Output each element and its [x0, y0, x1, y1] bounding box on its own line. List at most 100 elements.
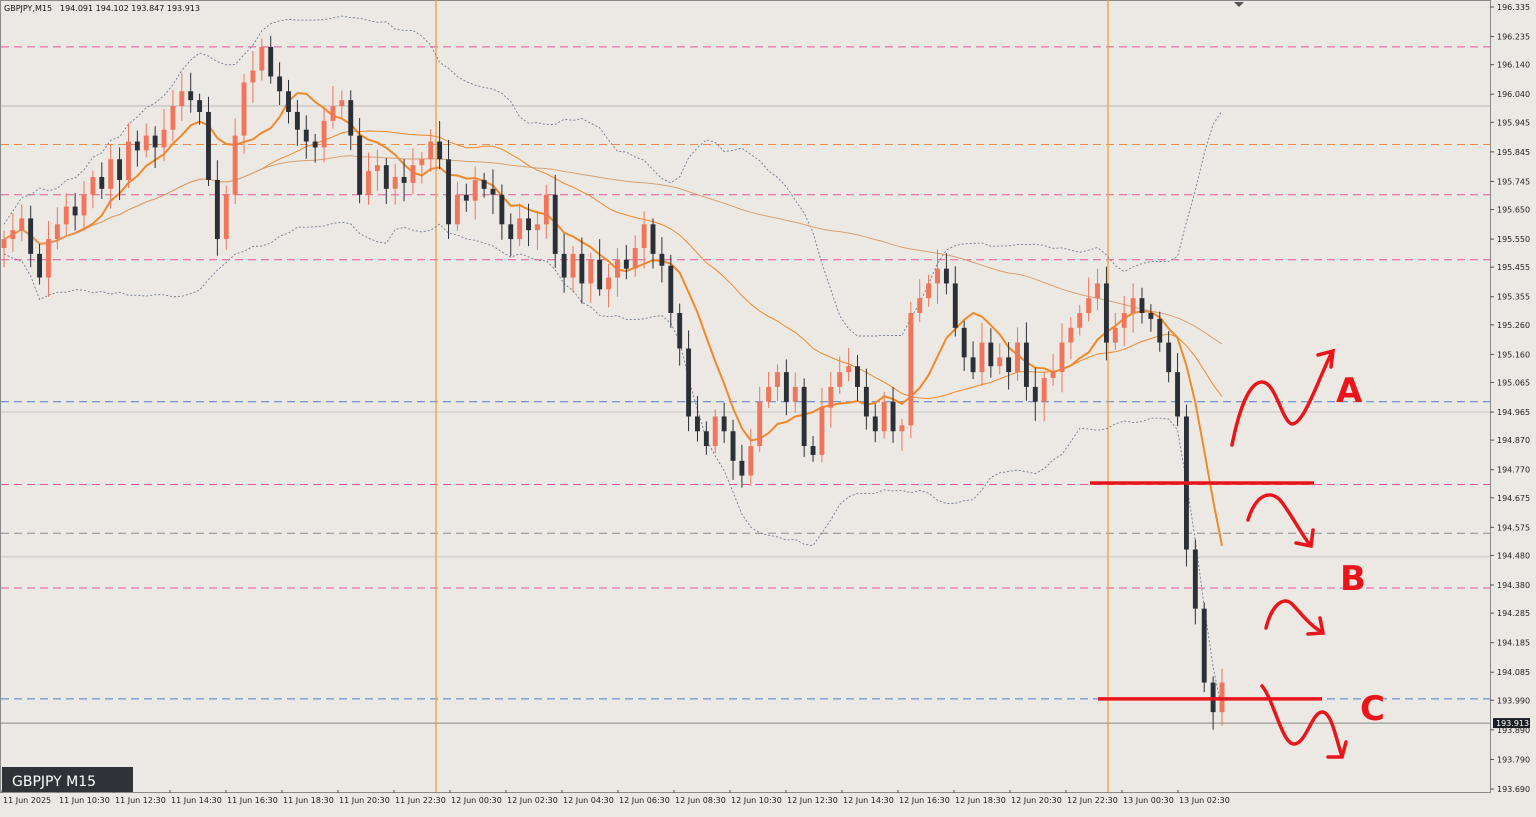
candle-body-32	[286, 91, 291, 112]
x-tick-label-10: 12 Jun 04:30	[563, 796, 614, 805]
candle-body-74	[659, 253, 665, 266]
y-tick-label-5: 195.845	[1497, 148, 1530, 157]
candle-body-11	[99, 177, 105, 189]
y-tick-label-12: 195.160	[1497, 350, 1530, 359]
candle-body-51	[454, 194, 460, 225]
candle-body-104	[926, 283, 932, 299]
candle-body-20	[179, 91, 185, 107]
candle-body-91	[810, 446, 816, 455]
candle-body-9	[81, 194, 87, 216]
candlestick-chart[interactable]: A B C 196.335 196.235 196.140 196.040 195.94…	[0, 0, 1536, 817]
candle-body-89	[792, 386, 798, 402]
x-tick-label-14: 12 Jun 12:30	[787, 796, 838, 805]
x-tick-label-4: 11 Jun 16:30	[227, 796, 278, 805]
candle-body-101	[899, 425, 905, 432]
candle-body-56	[499, 194, 505, 225]
x-tick-label-21: 13 Jun 02:30	[1179, 796, 1230, 805]
candle-body-27	[241, 82, 247, 136]
candle-body-6	[54, 224, 60, 240]
candle-body-94	[837, 372, 843, 387]
candle-body-84	[748, 446, 754, 476]
candle-body-122	[1086, 298, 1092, 313]
candle-body-60	[534, 224, 540, 231]
candle-body-52	[463, 194, 469, 201]
y-tick-label-16: 194.770	[1497, 466, 1530, 475]
candle-body-46	[410, 165, 416, 183]
candle-body-77	[686, 348, 692, 417]
x-tick-label-2: 11 Jun 12:30	[115, 796, 166, 805]
candle-body-10	[90, 177, 96, 195]
candle-body-58	[517, 218, 523, 240]
candle-body-66	[588, 259, 594, 284]
candle-body-88	[783, 372, 789, 402]
candle-body-8	[72, 206, 78, 216]
candle-body-82	[730, 431, 736, 461]
y-tick-label-0: 196.335	[1497, 3, 1530, 12]
candle-body-71	[632, 247, 638, 269]
x-tick-label-7: 11 Jun 22:30	[395, 796, 446, 805]
candle-body-41	[366, 171, 371, 195]
candle-body-36	[321, 120, 327, 148]
y-tick-label-23: 194.085	[1497, 668, 1530, 677]
candle-body-45	[401, 177, 407, 183]
candle-body-119	[1059, 342, 1065, 373]
y-tick-label-21: 194.285	[1497, 609, 1530, 618]
candle-body-106	[943, 268, 949, 284]
x-tick-label-15: 12 Jun 14:30	[843, 796, 894, 805]
candle-body-110	[979, 342, 985, 373]
candle-body-68	[606, 277, 611, 290]
candle-body-33	[294, 111, 300, 130]
candle-body-53	[472, 179, 478, 201]
x-tick-label-17: 12 Jun 18:30	[955, 796, 1006, 805]
candle-body-123	[1095, 283, 1100, 299]
scenario-label-c: C	[1360, 689, 1385, 729]
candle-body-81	[721, 416, 727, 432]
candle-body-113	[1006, 357, 1012, 373]
candle-body-31	[277, 76, 283, 92]
candle-body-105	[935, 268, 940, 284]
candle-body-40	[357, 135, 363, 195]
ohlc-info: 194.091 194.102 193.847 193.913	[60, 4, 200, 13]
candle-body-48	[428, 141, 434, 160]
candle-body-15	[134, 141, 140, 151]
candle-body-76	[677, 313, 683, 349]
y-tick-label-4: 195.945	[1497, 118, 1530, 127]
candle-body-92	[819, 407, 825, 455]
x-tick-label-3: 11 Jun 14:30	[171, 796, 222, 805]
candle-body-4	[37, 253, 43, 278]
x-tick-label-1: 11 Jun 10:30	[59, 796, 110, 805]
candle-body-98	[872, 416, 878, 432]
candle-body-135	[1201, 608, 1207, 683]
candle-body-25	[223, 194, 229, 240]
candle-body-64	[570, 253, 576, 278]
candle-body-83	[739, 460, 745, 476]
candle-body-30	[268, 46, 274, 77]
candle-body-19	[170, 106, 176, 130]
candle-body-28	[250, 70, 256, 83]
candle-body-39	[348, 100, 354, 136]
y-tick-label-26: 193.790	[1497, 755, 1530, 764]
candle-body-90	[801, 386, 807, 447]
last-price-label: 193.913	[1496, 719, 1529, 728]
y-tick-label-24: 193.990	[1497, 696, 1530, 705]
candle-body-108	[961, 327, 967, 358]
candle-body-100	[890, 401, 896, 432]
candle-body-85	[757, 401, 763, 447]
y-tick-label-3: 196.040	[1497, 90, 1530, 99]
chart-area[interactable]: A B C 196.335 196.235 196.140 196.040 195.94…	[0, 0, 1536, 817]
y-tick-label-14: 194.965	[1497, 408, 1530, 417]
candle-body-49	[437, 141, 443, 160]
candle-body-86	[766, 386, 772, 402]
candle-body-127	[1130, 298, 1136, 313]
scenario-label-a: A	[1336, 371, 1363, 411]
candle-body-0	[1, 239, 7, 248]
candle-body-62	[552, 194, 558, 254]
candle-body-118	[1050, 372, 1056, 379]
candle-body-117	[1041, 378, 1047, 402]
x-tick-label-11: 12 Jun 06:30	[619, 796, 670, 805]
y-tick-label-20: 194.380	[1497, 581, 1530, 590]
candle-body-1	[10, 230, 16, 240]
x-tick-label-8: 12 Jun 00:30	[451, 796, 502, 805]
candle-body-125	[1112, 327, 1118, 343]
y-tick-label-22: 194.185	[1497, 639, 1530, 648]
